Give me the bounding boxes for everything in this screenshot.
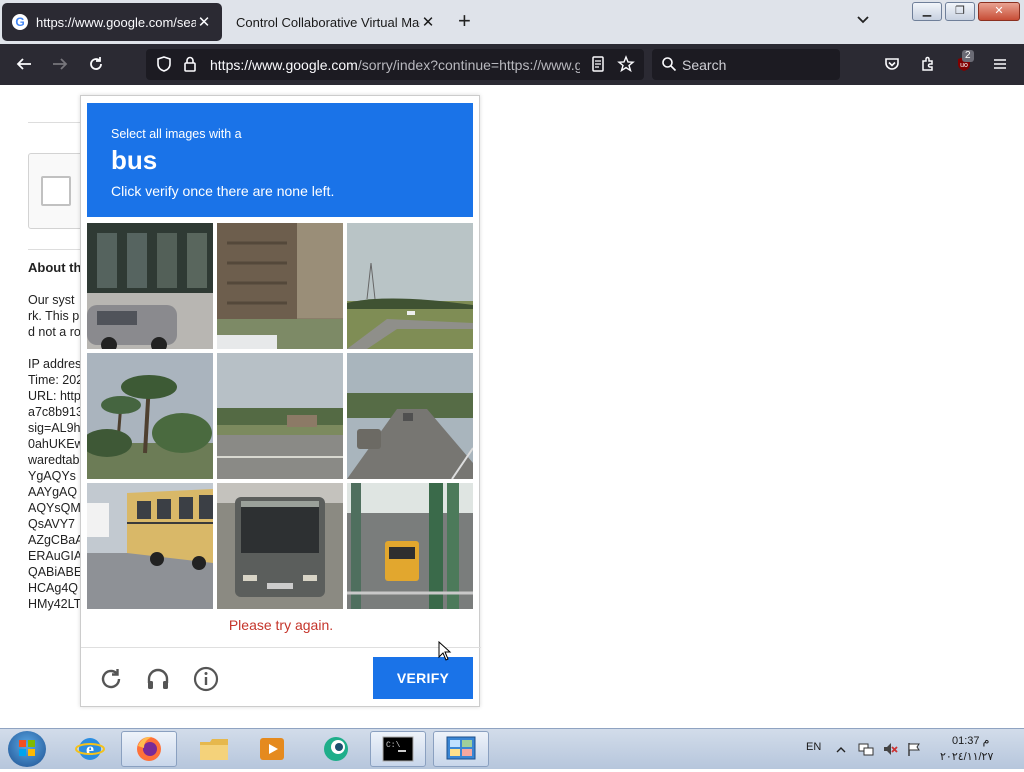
back-arrow-icon[interactable]	[14, 54, 34, 74]
background-text-line: Our syst	[28, 293, 75, 307]
volume-muted-icon[interactable]	[882, 741, 898, 762]
chat-app-icon[interactable]	[308, 731, 364, 767]
headphones-audio-icon[interactable]	[143, 664, 173, 694]
search-bar[interactable]: Search	[652, 49, 840, 80]
divider	[81, 647, 481, 648]
captcha-tile-2[interactable]	[217, 223, 343, 349]
tab-control-vm[interactable]: Control Collaborative Virtual Machine ✕	[226, 3, 446, 41]
language-indicator[interactable]: EN	[806, 741, 821, 753]
captcha-dialog: Select all images with a bus Click verif…	[80, 95, 481, 707]
captcha-error-message: Please try again.	[228, 617, 334, 633]
background-text-line: a7c8b913	[28, 405, 83, 419]
info-icon[interactable]	[191, 664, 221, 694]
captcha-select-text: Select all images with a	[111, 127, 242, 141]
tab-google-search[interactable]: G https://www.google.com/search ✕	[2, 3, 222, 41]
background-text-line: HCAg4Q	[28, 581, 79, 595]
background-text-line: IP addres	[28, 357, 82, 371]
extension-badge: 2	[962, 50, 974, 62]
chevron-down-icon[interactable]	[855, 12, 871, 33]
bookmark-star-icon[interactable]	[616, 54, 636, 74]
reload-icon[interactable]	[86, 54, 106, 74]
window-controls: ▁ ❐ ✕	[912, 2, 1020, 21]
file-explorer-icon[interactable]	[186, 731, 242, 767]
restore-icon[interactable]: ❐	[945, 2, 975, 21]
tray-expand-icon[interactable]	[836, 742, 846, 760]
extensions-puzzle-icon[interactable]	[918, 54, 938, 74]
captcha-tile-5[interactable]	[217, 353, 343, 479]
background-text-line: QsAVY7	[28, 517, 76, 531]
background-text-line: AZgCBaA	[28, 533, 84, 547]
internet-explorer-icon[interactable]: e	[62, 731, 118, 767]
captcha-tile-9[interactable]	[347, 483, 473, 609]
hamburger-menu-icon[interactable]	[990, 54, 1010, 74]
command-prompt-icon[interactable]: C:\	[370, 731, 426, 767]
background-text-line: URL: http	[28, 389, 81, 403]
svg-text:uo: uo	[960, 62, 968, 69]
about-heading: About th	[28, 260, 82, 275]
captcha-tile-8[interactable]	[217, 483, 343, 609]
tab-title: https://www.google.com/search	[36, 14, 196, 30]
new-tab-plus-icon[interactable]: +	[458, 10, 471, 32]
shield-icon[interactable]	[154, 54, 174, 74]
search-icon	[659, 54, 679, 74]
reader-view-icon[interactable]	[588, 54, 608, 74]
verify-button[interactable]: VERIFY	[373, 657, 473, 699]
control-panel-icon[interactable]	[433, 731, 489, 767]
tab-close-icon[interactable]: ✕	[420, 13, 436, 31]
firefox-taskbar-icon[interactable]	[121, 731, 177, 767]
divider	[28, 122, 88, 123]
nav-bar: https://www.google.com/sorry/index?conti…	[0, 44, 1024, 85]
action-center-flag-icon[interactable]	[906, 741, 922, 762]
google-favicon-icon: G	[12, 14, 28, 30]
captcha-tile-7[interactable]	[87, 483, 213, 609]
recaptcha-checkbox[interactable]	[41, 176, 71, 206]
svg-text:e: e	[86, 739, 94, 759]
url-bar[interactable]: https://www.google.com/sorry/index?conti…	[146, 49, 644, 80]
network-icon[interactable]	[858, 741, 874, 762]
captcha-object: bus	[111, 145, 158, 175]
tab-bar: G https://www.google.com/search ✕ Contro…	[0, 0, 1024, 44]
captcha-tile-3[interactable]	[347, 223, 473, 349]
background-text-line: YgAQYs	[28, 469, 76, 483]
mouse-cursor-icon	[438, 640, 452, 666]
reload-challenge-icon[interactable]	[96, 664, 126, 694]
divider	[28, 249, 88, 250]
background-text-line: AQYsQM	[28, 501, 81, 515]
background-text-line: HMy42LT	[28, 597, 82, 611]
captcha-tile-6[interactable]	[347, 353, 473, 479]
background-text-line: sig=AL9h	[28, 421, 81, 435]
tab-title: Control Collaborative Virtual Machine	[236, 14, 420, 30]
window-close-icon[interactable]: ✕	[978, 2, 1020, 21]
media-player-icon[interactable]	[244, 731, 300, 767]
background-text-line: d not a ro	[28, 325, 81, 339]
captcha-header: Select all images with a bus Click verif…	[87, 103, 473, 217]
background-text-line: rk. This p	[28, 309, 80, 323]
background-text-line: QABiABE	[28, 565, 83, 579]
background-text-line: AAYgAQ	[28, 485, 78, 499]
search-input[interactable]: Search	[682, 57, 726, 73]
captcha-tile-4[interactable]	[87, 353, 213, 479]
pocket-icon[interactable]	[882, 54, 902, 74]
url-text[interactable]: https://www.google.com/sorry/index?conti…	[210, 57, 580, 73]
tab-close-icon[interactable]: ✕	[196, 13, 212, 31]
lock-icon[interactable]	[180, 54, 200, 74]
minimize-icon[interactable]: ▁	[912, 2, 942, 21]
background-text-line: 0ahUKEw	[28, 437, 84, 451]
taskbar: e C:\ EN 01:37 م ٢٠٢٤/١١/٢٧	[0, 728, 1024, 769]
svg-text:C:\: C:\	[386, 741, 401, 750]
start-button[interactable]	[8, 731, 46, 767]
forward-arrow-icon[interactable]	[50, 54, 70, 74]
captcha-instruction: Click verify once there are none left.	[111, 183, 335, 199]
captcha-tile-1[interactable]	[87, 223, 213, 349]
background-text-line: ERAuGIA	[28, 549, 83, 563]
clock-date[interactable]: ٢٠٢٤/١١/٢٧	[940, 750, 993, 763]
background-text-line: Time: 202	[28, 373, 84, 387]
background-text-line: waredtab	[28, 453, 80, 467]
clock-time[interactable]: 01:37 م	[952, 734, 989, 747]
